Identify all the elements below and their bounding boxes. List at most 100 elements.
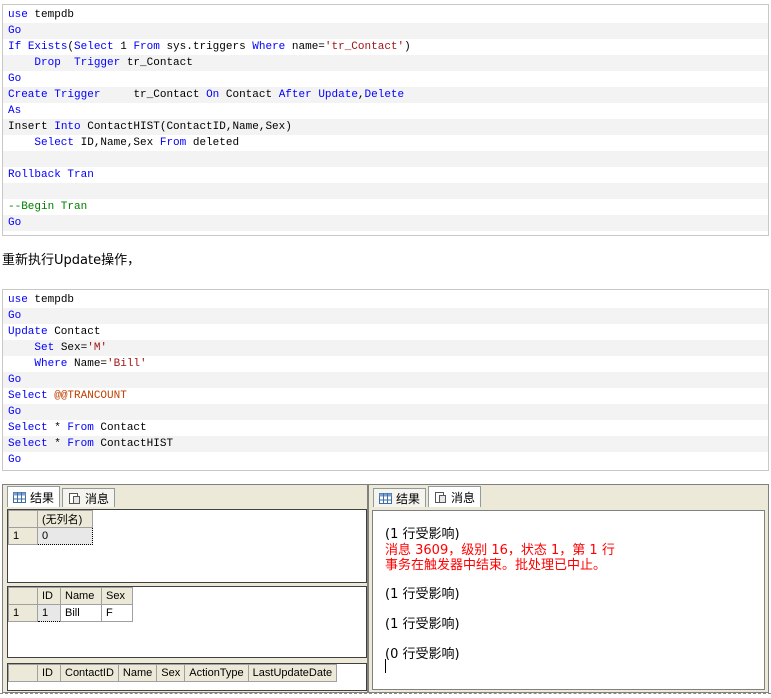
code-token: Update — [8, 326, 48, 338]
code-token: From — [67, 438, 94, 450]
results-grid-2[interactable]: ID Name Sex 1 1 Bill F — [7, 586, 367, 658]
code-token: deleted — [186, 137, 240, 149]
column-header[interactable]: Sex — [156, 664, 186, 682]
column-header[interactable]: Sex — [101, 587, 133, 605]
code-token: Go — [8, 454, 22, 466]
column-header[interactable] — [8, 664, 38, 682]
code-token: use — [8, 9, 28, 21]
divider — [0, 693, 771, 694]
code-block-1: use tempdb Go If Exists(Select 1 From sys.… — [2, 4, 769, 236]
code-token: Drop — [34, 57, 61, 69]
code-line: Insert Into ContactHIST(ContactID,Name,S… — [3, 119, 768, 135]
code-token: Where — [34, 358, 68, 370]
code-line: Go — [3, 452, 768, 468]
code-token: From — [159, 137, 187, 149]
code-token: Trigger — [54, 89, 101, 101]
code-token: Go — [8, 73, 22, 85]
message-line: (0 行受影响) — [385, 647, 460, 662]
code-token: If — [8, 41, 22, 53]
messages-icon — [434, 491, 447, 503]
code-token: Where — [252, 41, 286, 53]
column-header[interactable]: Name — [60, 587, 102, 605]
column-header[interactable]: Name — [117, 664, 158, 682]
code-line: Select * From ContactHIST — [3, 436, 768, 452]
tab-results[interactable]: 结果 — [7, 486, 61, 507]
table-cell[interactable]: 0 — [37, 527, 93, 545]
code-line: If Exists(Select 1 From sys.triggers Whe… — [3, 39, 768, 55]
messages-output[interactable]: (1 行受影响) 消息 3609，级别 16，状态 1，第 1 行 事务在触发器… — [372, 510, 765, 690]
grid-icon — [379, 492, 392, 504]
code-token: 'tr_Contact' — [324, 41, 405, 53]
code-line: use tempdb — [3, 7, 768, 23]
code-token: Go — [8, 310, 22, 322]
table-cell[interactable]: Bill — [60, 604, 102, 622]
messages-icon — [68, 492, 81, 504]
code-line: Select @@TRANCOUNT — [3, 388, 768, 404]
column-header[interactable]: (无列名) — [37, 510, 93, 528]
tab-results-label: 结果 — [30, 490, 55, 505]
code-token: Select — [8, 438, 48, 450]
code-line: Go — [3, 23, 768, 39]
code-token: 1 — [113, 41, 134, 53]
column-header[interactable]: ActionType — [184, 664, 249, 682]
code-token: Delete — [364, 89, 405, 101]
code-token: * — [47, 422, 68, 434]
code-line: Drop Trigger tr_Contact — [3, 55, 768, 71]
code-line: Create Trigger tr_Contact On Contact Aft… — [3, 87, 768, 103]
results-grid-1[interactable]: (无列名) 1 0 — [7, 509, 367, 583]
code-line: --Begin Tran — [3, 199, 768, 215]
code-token: On — [206, 89, 220, 101]
code-token: Update — [318, 89, 358, 101]
code-token: , — [357, 89, 365, 101]
code-token: Go — [8, 374, 22, 386]
tab-messages-label: 消息 — [85, 491, 110, 506]
code-token: Select — [74, 41, 114, 53]
column-header[interactable] — [8, 587, 38, 605]
code-token: use — [8, 294, 28, 306]
code-token: Name= — [67, 358, 108, 370]
results-tabs: 结果 消息 — [7, 486, 117, 507]
code-token: Contact — [219, 89, 279, 101]
code-token: ContactHIST(ContactID,Name,Sex) — [80, 121, 292, 133]
code-token: Select — [8, 422, 48, 434]
code-line: Select * From Contact — [3, 420, 768, 436]
results-panel-left: 结果 消息 (无列名) 1 0 ID Name Sex 1 1 Bill F ID Contact… — [2, 484, 368, 693]
code-token: After — [278, 89, 312, 101]
code-token: tempdb — [27, 9, 75, 21]
code-line: As — [3, 103, 768, 119]
code-line: Go — [3, 308, 768, 324]
tab-results-right[interactable]: 结果 — [373, 488, 427, 507]
code-line — [3, 151, 768, 167]
column-header[interactable]: ContactID — [60, 664, 119, 682]
row-number[interactable]: 1 — [8, 604, 38, 622]
code-token: Trigger — [74, 57, 121, 69]
code-token: Exists — [27, 41, 68, 53]
code-line: Go — [3, 372, 768, 388]
code-token: Rollback — [8, 169, 61, 181]
prose-text: 重新执行Update操作， — [2, 253, 141, 268]
column-header[interactable]: ID — [37, 587, 61, 605]
table-cell[interactable]: F — [101, 604, 133, 622]
code-block-2: use tempdb Go Update Contact Set Sex='M' W… — [2, 289, 769, 471]
table-cell[interactable]: 1 — [37, 604, 61, 622]
column-header[interactable]: ID — [37, 664, 61, 682]
code-token: Select — [34, 137, 75, 149]
results-grid-3[interactable]: ID ContactID Name Sex ActionType LastUpdateDa… — [7, 663, 367, 691]
code-line — [3, 183, 768, 199]
code-line: Go — [3, 71, 768, 87]
code-token: Insert — [8, 121, 55, 133]
row-number[interactable]: 1 — [8, 527, 38, 545]
table-row[interactable]: 10 — [8, 527, 93, 545]
tab-messages[interactable]: 消息 — [62, 488, 116, 507]
code-token: ContactHIST — [93, 438, 174, 450]
column-header[interactable]: LastUpdateDate — [247, 664, 338, 682]
code-line: Go — [3, 215, 768, 231]
tab-messages-right[interactable]: 消息 — [428, 486, 482, 507]
code-token: Tran — [67, 169, 94, 181]
column-header[interactable] — [8, 510, 38, 528]
table-row[interactable]: 1 1 Bill F — [8, 604, 133, 622]
